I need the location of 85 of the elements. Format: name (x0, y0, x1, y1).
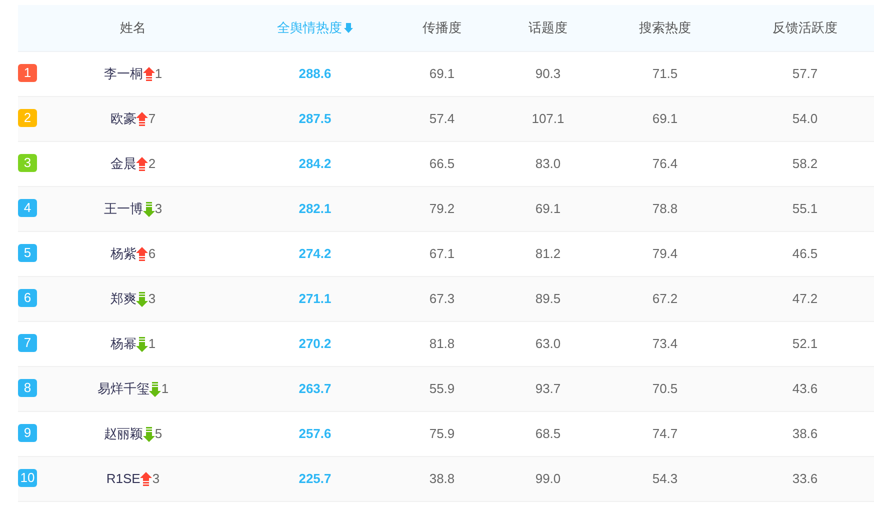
name-text: 欧豪 (110, 110, 136, 128)
rank-change: 3 (148, 290, 156, 308)
table-cell: 282.1 (298, 201, 332, 216)
table-cell: 225.7 (298, 471, 332, 486)
rank-badge: 1 (18, 64, 37, 82)
table-cell: 69.1 (535, 201, 561, 216)
table-cell: 69.1 (652, 111, 678, 126)
table-cell: 67.3 (429, 291, 455, 306)
table-cell: 271.1 (298, 291, 332, 306)
table-cell: 90.3 (535, 66, 561, 82)
table-cell: 57.4 (429, 111, 455, 126)
table-cell: 287.5 (298, 111, 332, 126)
table-cell: 79.4 (652, 246, 678, 262)
table-cell: 288.6 (298, 66, 332, 82)
table-cell: 54.0 (792, 111, 818, 126)
table-cell: 79.2 (429, 201, 455, 216)
rank-badge: 8 (18, 379, 37, 397)
table-cell: 55.1 (792, 201, 818, 216)
table-cell: 73.4 (652, 336, 678, 352)
name-text: 赵丽颖 (104, 425, 143, 444)
table-cell: 74.7 (652, 426, 678, 442)
table-cell: 76.4 (652, 156, 678, 172)
rank-change: 3 (152, 470, 160, 488)
table-cell: 81.2 (535, 246, 561, 262)
name-text: 杨紫 (110, 245, 136, 264)
table-cell: 67.2 (652, 291, 678, 306)
table-cell: 71.5 (652, 66, 678, 82)
table-cell: 63.0 (535, 336, 561, 352)
rank-change: 7 (148, 110, 156, 128)
rank-change: 2 (148, 155, 156, 174)
table-cell: 78.8 (652, 201, 678, 216)
table-cell: 47.2 (792, 291, 818, 306)
table-cell: 83.0 (535, 156, 561, 172)
name-text: 李一桐 (104, 65, 143, 84)
rank-badge: 9 (18, 424, 37, 442)
rank-badge: 5 (18, 244, 37, 262)
table-cell: 54.3 (652, 471, 678, 486)
table-cell: 75.9 (429, 426, 455, 442)
column-header[interactable]: 传播度 (422, 18, 462, 38)
name-text: 郑爽 (110, 290, 136, 308)
column-header[interactable]: 反馈活跃度 (772, 18, 838, 38)
table-cell: 38.8 (429, 471, 455, 486)
table-cell: 43.6 (792, 381, 818, 396)
table-cell: 69.1 (429, 66, 455, 82)
table-cell: 33.6 (792, 471, 818, 486)
table-cell: 274.2 (298, 246, 332, 262)
table-cell: 52.1 (792, 336, 818, 352)
rank-badge: 2 (18, 109, 37, 127)
rank-badge: 7 (18, 334, 37, 352)
table-cell: 67.1 (429, 246, 455, 262)
name-text: 易烊千玺 (97, 380, 150, 398)
column-header[interactable]: 搜索热度 (639, 18, 691, 38)
rank-badge: 6 (18, 289, 37, 307)
table-cell: 93.7 (535, 381, 561, 396)
table-cell: 46.5 (792, 246, 818, 262)
table-cell: 68.5 (535, 426, 561, 442)
rank-change: 3 (154, 200, 162, 218)
table-cell: 55.9 (429, 381, 455, 396)
column-header[interactable]: 姓名 (120, 18, 146, 38)
table-cell: 107.1 (532, 111, 564, 126)
rank-change: 1 (148, 335, 156, 354)
name-text: R1SE (106, 470, 140, 488)
column-header[interactable]: 话题度 (528, 18, 568, 38)
rank-change: 5 (154, 425, 162, 444)
rank-change: 6 (148, 245, 156, 264)
rank-badge: 10 (18, 469, 37, 487)
rank-badge: 4 (18, 199, 37, 217)
name-text: 王一博 (104, 200, 143, 218)
rank-badge: 3 (18, 154, 37, 172)
rank-change: 1 (154, 65, 162, 84)
table-cell: 57.7 (792, 66, 818, 82)
table-cell: 58.2 (792, 156, 818, 172)
table-cell: 284.2 (298, 156, 332, 172)
table-cell: 99.0 (535, 471, 561, 486)
table-cell: 257.6 (298, 426, 332, 442)
table-cell: 70.5 (652, 381, 678, 396)
name-text: 杨幂 (110, 335, 136, 354)
table-cell: 89.5 (535, 291, 561, 306)
table-cell: 81.8 (429, 336, 455, 352)
rank-change: 1 (161, 380, 169, 398)
table-cell: 270.2 (298, 336, 332, 352)
name-text: 金晨 (110, 155, 136, 174)
table-cell: 38.6 (792, 426, 818, 442)
table-cell: 263.7 (298, 381, 332, 396)
table-cell: 66.5 (429, 156, 455, 172)
